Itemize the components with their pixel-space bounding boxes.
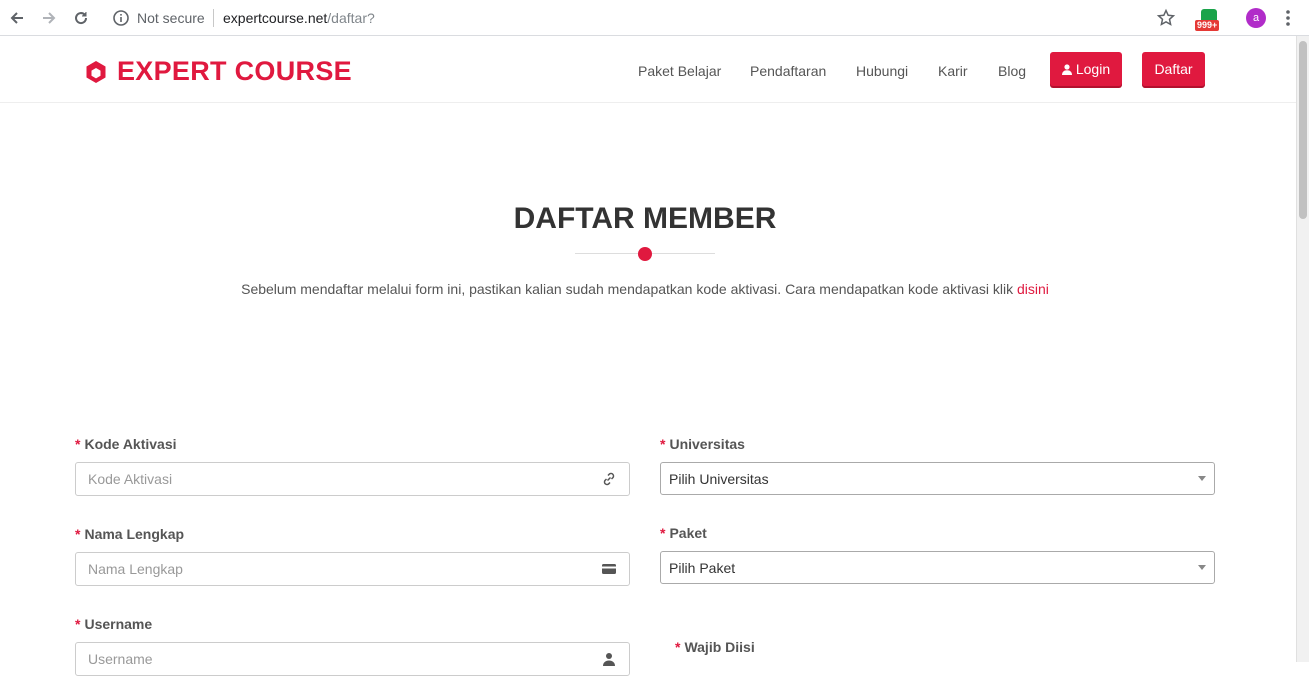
profile-avatar[interactable]: a bbox=[1246, 8, 1266, 28]
extension-badge: 999+ bbox=[1195, 20, 1220, 31]
logo[interactable]: EXPERT COURSE bbox=[85, 56, 352, 87]
chevron-down-icon bbox=[1198, 565, 1206, 570]
nama-lengkap-label-text: Nama Lengkap bbox=[84, 526, 185, 542]
back-icon[interactable] bbox=[5, 6, 29, 30]
kode-aktivasi-input[interactable]: Kode Aktivasi bbox=[75, 462, 630, 496]
nav-karir[interactable]: Karir bbox=[938, 63, 968, 79]
user-icon bbox=[1061, 63, 1072, 75]
nama-lengkap-placeholder: Nama Lengkap bbox=[88, 561, 183, 577]
username-label-text: Username bbox=[84, 616, 153, 632]
scrollbar-thumb[interactable] bbox=[1299, 41, 1307, 219]
required-mark: * bbox=[75, 436, 81, 452]
title-divider-dot bbox=[638, 247, 652, 261]
wajib-diisi-note: * Wajib Diisi bbox=[675, 639, 755, 655]
universitas-label-text: Universitas bbox=[669, 436, 745, 452]
paket-select[interactable]: Pilih Paket bbox=[660, 551, 1215, 584]
universitas-select[interactable]: Pilih Universitas bbox=[660, 462, 1215, 495]
subtitle-text: Sebelum mendaftar melalui form ini, past… bbox=[241, 281, 1014, 297]
required-mark: * bbox=[75, 526, 81, 542]
username-input[interactable]: Username bbox=[75, 642, 630, 676]
kode-aktivasi-label: * Kode Aktivasi bbox=[75, 436, 177, 452]
paket-label-text: Paket bbox=[669, 525, 707, 541]
site-header: EXPERT COURSE Paket Belajar Pendaftaran … bbox=[0, 36, 1296, 103]
nav-pendaftaran[interactable]: Pendaftaran bbox=[750, 63, 826, 79]
url-path: /daftar? bbox=[327, 10, 375, 26]
paket-selected-value: Pilih Paket bbox=[669, 559, 736, 576]
login-button[interactable]: Login bbox=[1050, 52, 1122, 86]
info-icon[interactable] bbox=[112, 9, 130, 27]
credit-card-icon bbox=[602, 564, 616, 574]
nav-blog[interactable]: Blog bbox=[998, 63, 1026, 79]
address-bar[interactable]: expertcourse.net/daftar? bbox=[223, 10, 375, 26]
username-label: * Username bbox=[75, 616, 152, 632]
security-status[interactable]: Not secure bbox=[137, 10, 205, 26]
url-domain: expertcourse.net bbox=[223, 10, 328, 26]
required-mark: * bbox=[675, 639, 681, 655]
reload-icon[interactable] bbox=[69, 6, 93, 30]
universitas-selected-value: Pilih Universitas bbox=[669, 470, 769, 487]
required-mark: * bbox=[660, 525, 666, 541]
address-separator bbox=[213, 9, 214, 27]
paket-label: * Paket bbox=[660, 525, 707, 541]
nav-paket-belajar[interactable]: Paket Belajar bbox=[638, 63, 721, 79]
chevron-down-icon bbox=[1198, 476, 1206, 481]
link-icon bbox=[603, 472, 615, 486]
required-mark: * bbox=[75, 616, 81, 632]
kode-aktivasi-label-text: Kode Aktivasi bbox=[84, 436, 177, 452]
page-subtitle: Sebelum mendaftar melalui form ini, past… bbox=[0, 281, 1290, 297]
register-button[interactable]: Daftar bbox=[1142, 52, 1205, 86]
username-placeholder: Username bbox=[88, 651, 153, 667]
forward-icon[interactable] bbox=[37, 6, 61, 30]
universitas-label: * Universitas bbox=[660, 436, 745, 452]
browser-menu-icon[interactable] bbox=[1280, 8, 1296, 28]
user-icon bbox=[603, 653, 615, 666]
page-title: DAFTAR MEMBER bbox=[513, 202, 777, 235]
brand-name: EXPERT COURSE bbox=[117, 56, 352, 86]
wajib-diisi-text: Wajib Diisi bbox=[684, 639, 755, 655]
kode-aktivasi-placeholder: Kode Aktivasi bbox=[88, 471, 173, 487]
nav-hubungi[interactable]: Hubungi bbox=[856, 63, 908, 79]
browser-toolbar: Not secure expertcourse.net/daftar? 999+… bbox=[0, 0, 1309, 36]
required-mark: * bbox=[660, 436, 666, 452]
page-scrollbar[interactable] bbox=[1296, 36, 1309, 662]
logo-hexagon-icon bbox=[86, 60, 106, 83]
extension-icon[interactable]: 999+ bbox=[1195, 7, 1225, 33]
nama-lengkap-label: * Nama Lengkap bbox=[75, 526, 184, 542]
bookmark-star-icon[interactable] bbox=[1156, 8, 1176, 28]
login-label: Login bbox=[1075, 61, 1111, 77]
activation-code-link[interactable]: disini bbox=[1017, 281, 1049, 297]
nama-lengkap-input[interactable]: Nama Lengkap bbox=[75, 552, 630, 586]
